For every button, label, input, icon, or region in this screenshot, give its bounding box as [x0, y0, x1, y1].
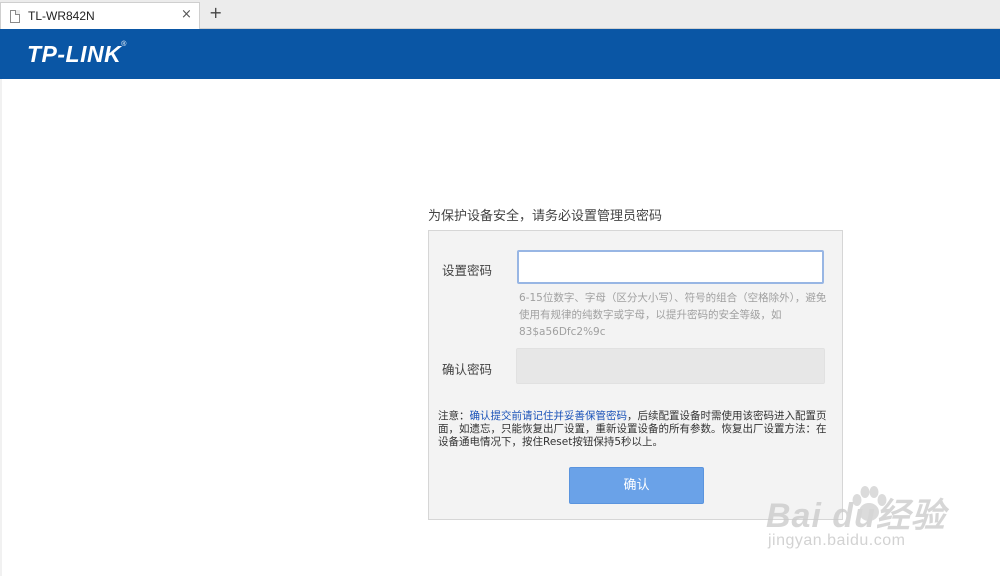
page-icon — [10, 10, 20, 23]
confirm-button[interactable]: 确认 — [569, 467, 704, 504]
warning-note: 注意：确认提交前请记住并妥善保管密码，后续配置设备时需使用该密码进入配置页面，如… — [438, 410, 836, 449]
watermark-url: jingyan.baidu.com — [768, 532, 906, 549]
setup-intro-text: 为保护设备安全，请务必设置管理员密码 — [428, 209, 663, 224]
browser-tab[interactable]: TL-WR842N × — [0, 2, 200, 29]
tplink-logo: TP-LINK® — [27, 41, 127, 68]
page-edge — [0, 79, 2, 576]
password-hint: 6-15位数字、字母（区分大小写）、符号的组合（空格除外），避免使用有规律的纯数… — [519, 292, 827, 338]
browser-tab-bar: TL-WR842N × + — [0, 0, 1000, 29]
baidu-watermark: Bai du经验 jingyan.baidu.com — [760, 470, 990, 570]
note-prefix: 注意： — [438, 410, 470, 422]
confirm-password-label: 确认密码 — [442, 362, 493, 377]
logo-text: TP-LINK — [27, 41, 122, 67]
watermark-main: Bai du经验 — [766, 497, 946, 535]
logo-trademark: ® — [121, 41, 127, 48]
password-input[interactable] — [517, 250, 824, 284]
password-label: 设置密码 — [442, 263, 493, 278]
confirm-password-input[interactable] — [516, 348, 825, 384]
router-header: TP-LINK® — [0, 29, 1000, 79]
close-icon[interactable]: × — [181, 8, 192, 22]
note-emphasis: 确认提交前请记住并妥善保管密码 — [469, 410, 628, 422]
tab-title: TL-WR842N — [28, 9, 95, 23]
new-tab-icon[interactable]: + — [209, 5, 222, 21]
